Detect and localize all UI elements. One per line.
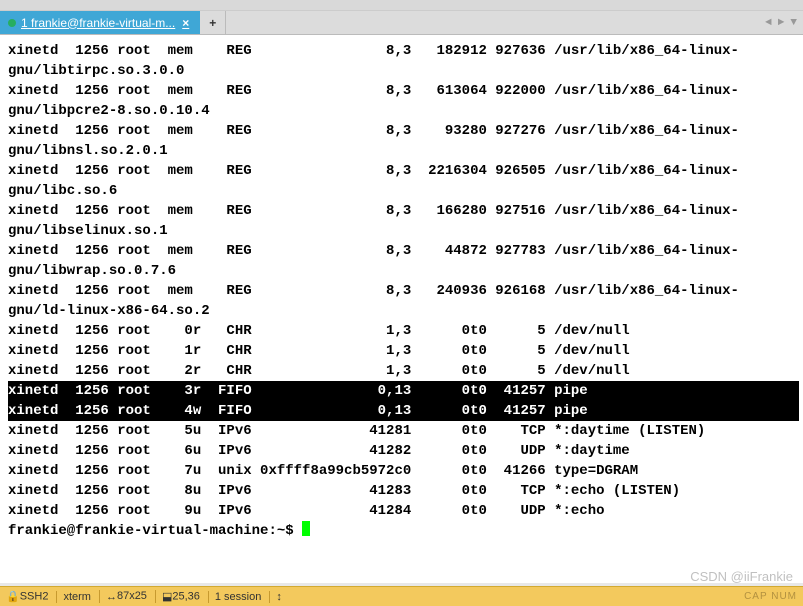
status-bar: 🔒 SSH2 xterm ↔ 87x25 ⬓ 25,36 1 session ↕… (0, 586, 803, 606)
terminal-line: xinetd 1256 root 2r CHR 1,3 0t0 5 /dev/n… (8, 361, 799, 381)
tab-session-1[interactable]: 1 frankie@frankie-virtual-m... × (0, 11, 200, 34)
terminal-line: gnu/libtirpc.so.3.0.0 (8, 61, 799, 81)
terminal-line: gnu/ld-linux-x86-64.so.2 (8, 301, 799, 321)
status-proto: 🔒 SSH2 (6, 590, 48, 603)
terminal-line: xinetd 1256 root 5u IPv6 41281 0t0 TCP *… (8, 421, 799, 441)
terminal-output[interactable]: xinetd 1256 root mem REG 8,3 182912 9276… (0, 35, 803, 583)
lock-icon: 🔒 (6, 590, 20, 603)
terminal-line: gnu/libnsl.so.2.0.1 (8, 141, 799, 161)
new-tab-button[interactable]: + (200, 11, 226, 34)
status-updown-icon: ↕ (269, 591, 282, 603)
terminal-line: xinetd 1256 root mem REG 8,3 166280 9275… (8, 201, 799, 221)
terminal-line: xinetd 1256 root 4w FIFO 0,13 0t0 41257 … (8, 401, 799, 421)
terminal-line: xinetd 1256 root mem REG 8,3 240936 9261… (8, 281, 799, 301)
terminal-line: xinetd 1256 root mem REG 8,3 44872 92778… (8, 241, 799, 261)
tab-nav: ◄ ► ▼ (765, 11, 803, 34)
terminal-line: xinetd 1256 root 8u IPv6 41283 0t0 TCP *… (8, 481, 799, 501)
plus-icon: + (209, 16, 216, 30)
status-sessions: 1 session (208, 591, 261, 603)
terminal-line: xinetd 1256 root mem REG 8,3 93280 92727… (8, 121, 799, 141)
position-icon: ⬓ (162, 590, 172, 603)
terminal-line: gnu/libpcre2-8.so.0.10.4 (8, 101, 799, 121)
terminal-line: xinetd 1256 root 0r CHR 1,3 0t0 5 /dev/n… (8, 321, 799, 341)
terminal-line: gnu/libc.so.6 (8, 181, 799, 201)
nav-menu-icon[interactable]: ▼ (790, 17, 797, 29)
nav-left-icon[interactable]: ◄ (765, 17, 772, 29)
tab-label: 1 frankie@frankie-virtual-m... (21, 16, 175, 30)
nav-right-icon[interactable]: ► (778, 17, 785, 29)
terminal-prompt[interactable]: frankie@frankie-virtual-machine:~$ (8, 521, 799, 541)
resize-icon: ↔ (106, 591, 117, 603)
terminal-line: xinetd 1256 root 9u IPv6 41284 0t0 UDP *… (8, 501, 799, 521)
status-caps: CAP NUM (744, 591, 797, 602)
status-cursor-pos: ⬓ 25,36 (155, 590, 200, 603)
close-icon[interactable]: × (180, 16, 191, 30)
terminal-line: xinetd 1256 root 1r CHR 1,3 0t0 5 /dev/n… (8, 341, 799, 361)
terminal-line: xinetd 1256 root mem REG 8,3 613064 9220… (8, 81, 799, 101)
watermark-text: CSDN @iiFrankie (690, 569, 793, 584)
terminal-line: gnu/libwrap.so.0.7.6 (8, 261, 799, 281)
status-dot-icon (8, 19, 16, 27)
terminal-line: xinetd 1256 root 7u unix 0xffff8a99cb597… (8, 461, 799, 481)
tab-bar: 1 frankie@frankie-virtual-m... × + ◄ ► ▼ (0, 11, 803, 35)
terminal-line: xinetd 1256 root 6u IPv6 41282 0t0 UDP *… (8, 441, 799, 461)
terminal-line: xinetd 1256 root mem REG 8,3 2216304 926… (8, 161, 799, 181)
terminal-line: xinetd 1256 root mem REG 8,3 182912 9276… (8, 41, 799, 61)
terminal-line: gnu/libselinux.so.1 (8, 221, 799, 241)
terminal-line: xinetd 1256 root 3r FIFO 0,13 0t0 41257 … (8, 381, 799, 401)
status-size: ↔ 87x25 (99, 590, 147, 602)
window-titlebar (0, 0, 803, 11)
cursor-icon (302, 521, 310, 536)
status-term: xterm (56, 591, 91, 603)
